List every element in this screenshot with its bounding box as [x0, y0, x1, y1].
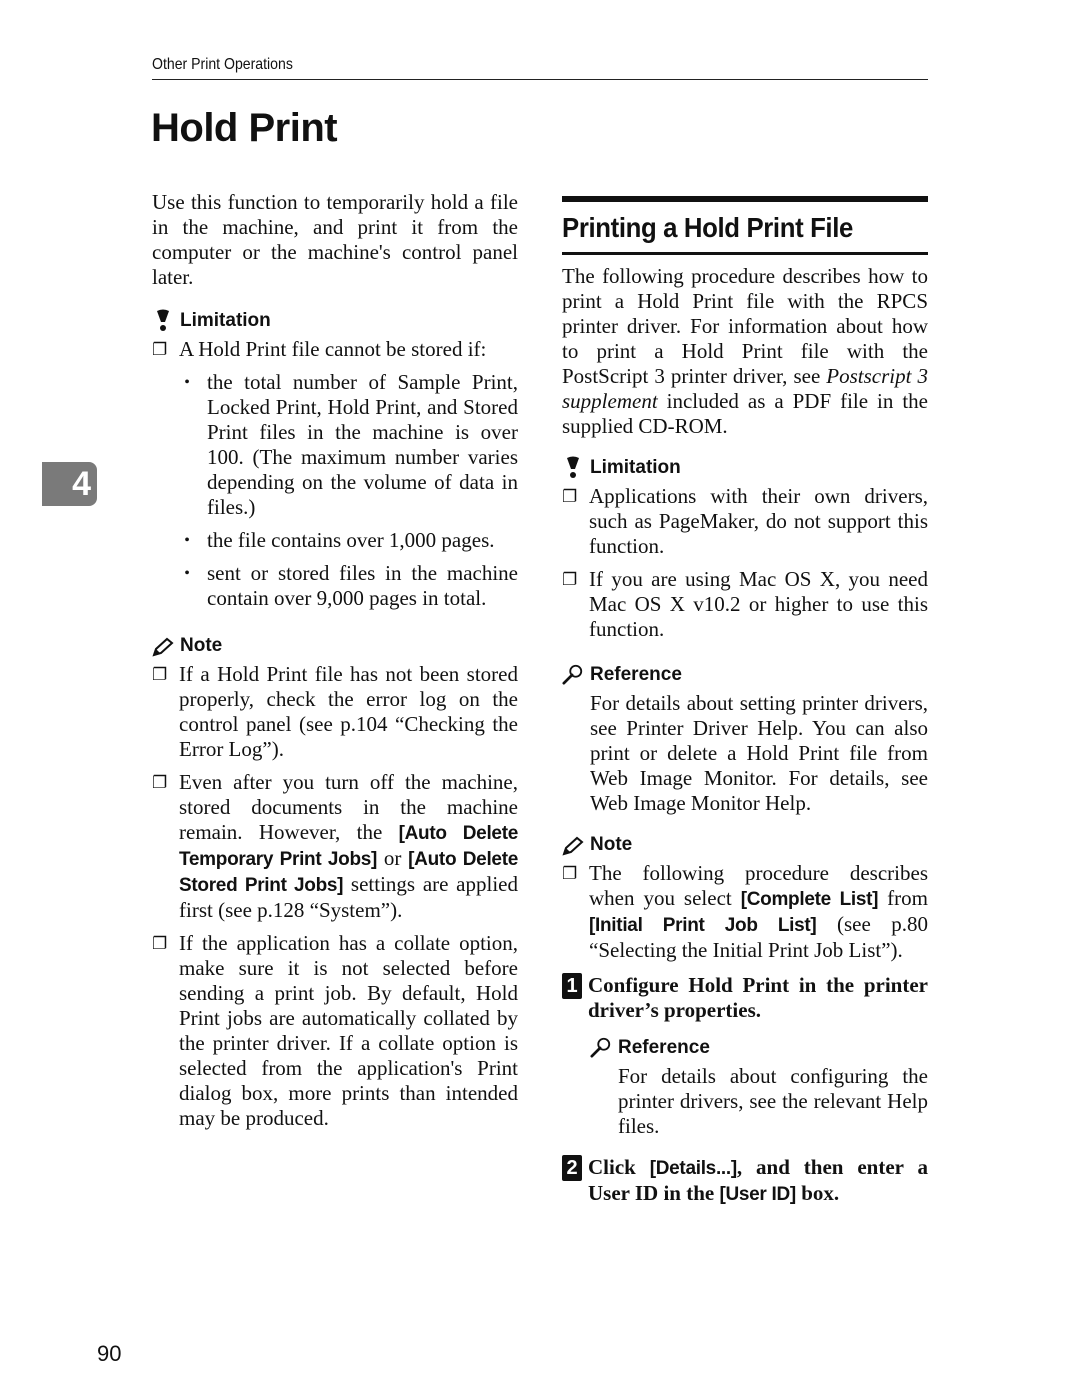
checkbox-bullet-icon: ❐	[152, 773, 168, 792]
page-number: 90	[97, 1341, 122, 1366]
user-id-box-label: [User ID]	[719, 1184, 796, 1205]
checkbox-bullet-icon: ❐	[152, 665, 168, 684]
bullet-item: • the total number of Sample Print, Lock…	[179, 370, 518, 520]
bullet-item: • sent or stored files in the machine co…	[179, 561, 518, 611]
magnifier-icon	[562, 662, 584, 686]
section-rule-top	[562, 196, 928, 202]
note-heading: Note	[562, 832, 928, 856]
chapter-number: 4	[72, 464, 91, 503]
bullet-item: • the file contains over 1,000 pages.	[179, 528, 518, 553]
header-rule	[152, 79, 928, 80]
note-item: ❐ Even after you turn off the machine, s…	[152, 770, 518, 922]
bullet-dot-icon: •	[184, 565, 190, 582]
reference-heading: Reference	[590, 1035, 928, 1059]
reference-label: Reference	[590, 664, 682, 685]
checkbox-bullet-icon: ❐	[562, 570, 578, 589]
reference-text: For details about setting printer driver…	[590, 691, 928, 815]
note-label: Note	[590, 834, 633, 855]
checkbox-bullet-icon: ❐	[562, 487, 578, 506]
magnifier-icon	[590, 1035, 612, 1059]
note-item: ❐ The following procedure describes when…	[562, 861, 929, 962]
complete-list-label: [Complete List]	[740, 889, 879, 910]
pencil-icon	[152, 637, 174, 657]
note-heading: Note	[152, 633, 518, 657]
note-label: Note	[180, 635, 223, 656]
limitation-label: Limitation	[590, 457, 681, 478]
reference-text: For details about configuring the printe…	[618, 1064, 928, 1138]
section-rule-bottom	[562, 252, 928, 255]
checkbox-bullet-icon: ❐	[562, 864, 578, 883]
reference-label: Reference	[618, 1037, 710, 1058]
limitation-heading: Limitation	[152, 308, 518, 332]
limitation-label: Limitation	[180, 310, 271, 331]
limitation-icon	[562, 455, 584, 479]
right-column: Printing a Hold Print File The following…	[562, 196, 928, 1207]
reference-heading: Reference	[562, 662, 928, 686]
step-2: 2 Click [Details...], and then enter a U…	[562, 1155, 928, 1207]
left-column: Use this function to temporarily hold a …	[152, 190, 518, 1139]
note-item: ❐ If the application has a collate optio…	[152, 931, 518, 1130]
limitation-item: ❐ A Hold Print file cannot be stored if:	[152, 337, 487, 361]
page-title: Hold Print	[151, 106, 338, 150]
note-item: ❐ If a Hold Print file has not been stor…	[152, 662, 518, 761]
step-1: 1 Configure Hold Print in the printer dr…	[562, 973, 928, 1023]
section-title: Printing a Hold Print File	[562, 212, 853, 243]
intro-paragraph: Use this function to temporarily hold a …	[152, 190, 518, 289]
initial-print-job-list-label: [Initial Print Job List]	[589, 915, 817, 936]
chapter-tab: 4	[42, 462, 97, 506]
limitation-item: ❐ Applications with their own drivers, s…	[562, 484, 928, 558]
step-number-badge: 1	[562, 973, 582, 999]
bullet-dot-icon: •	[184, 374, 190, 391]
bullet-dot-icon: •	[184, 532, 190, 549]
section-intro: The following procedure describes how to…	[562, 264, 928, 438]
pencil-icon	[562, 836, 584, 856]
running-head: Other Print Operations	[152, 56, 293, 73]
step-1-text: Configure Hold Print in the printer driv…	[588, 973, 928, 1022]
limitation-heading: Limitation	[562, 455, 928, 479]
step-number-badge: 2	[562, 1155, 582, 1181]
checkbox-bullet-icon: ❐	[152, 340, 168, 359]
limitation-item: ❐ If you are using Mac OS X, you need Ma…	[562, 567, 928, 641]
details-button-label: [Details...]	[649, 1158, 738, 1179]
checkbox-bullet-icon: ❐	[152, 934, 168, 953]
step-2-text: Click [Details...], and then enter a Use…	[588, 1155, 928, 1205]
limitation-icon	[152, 308, 174, 332]
